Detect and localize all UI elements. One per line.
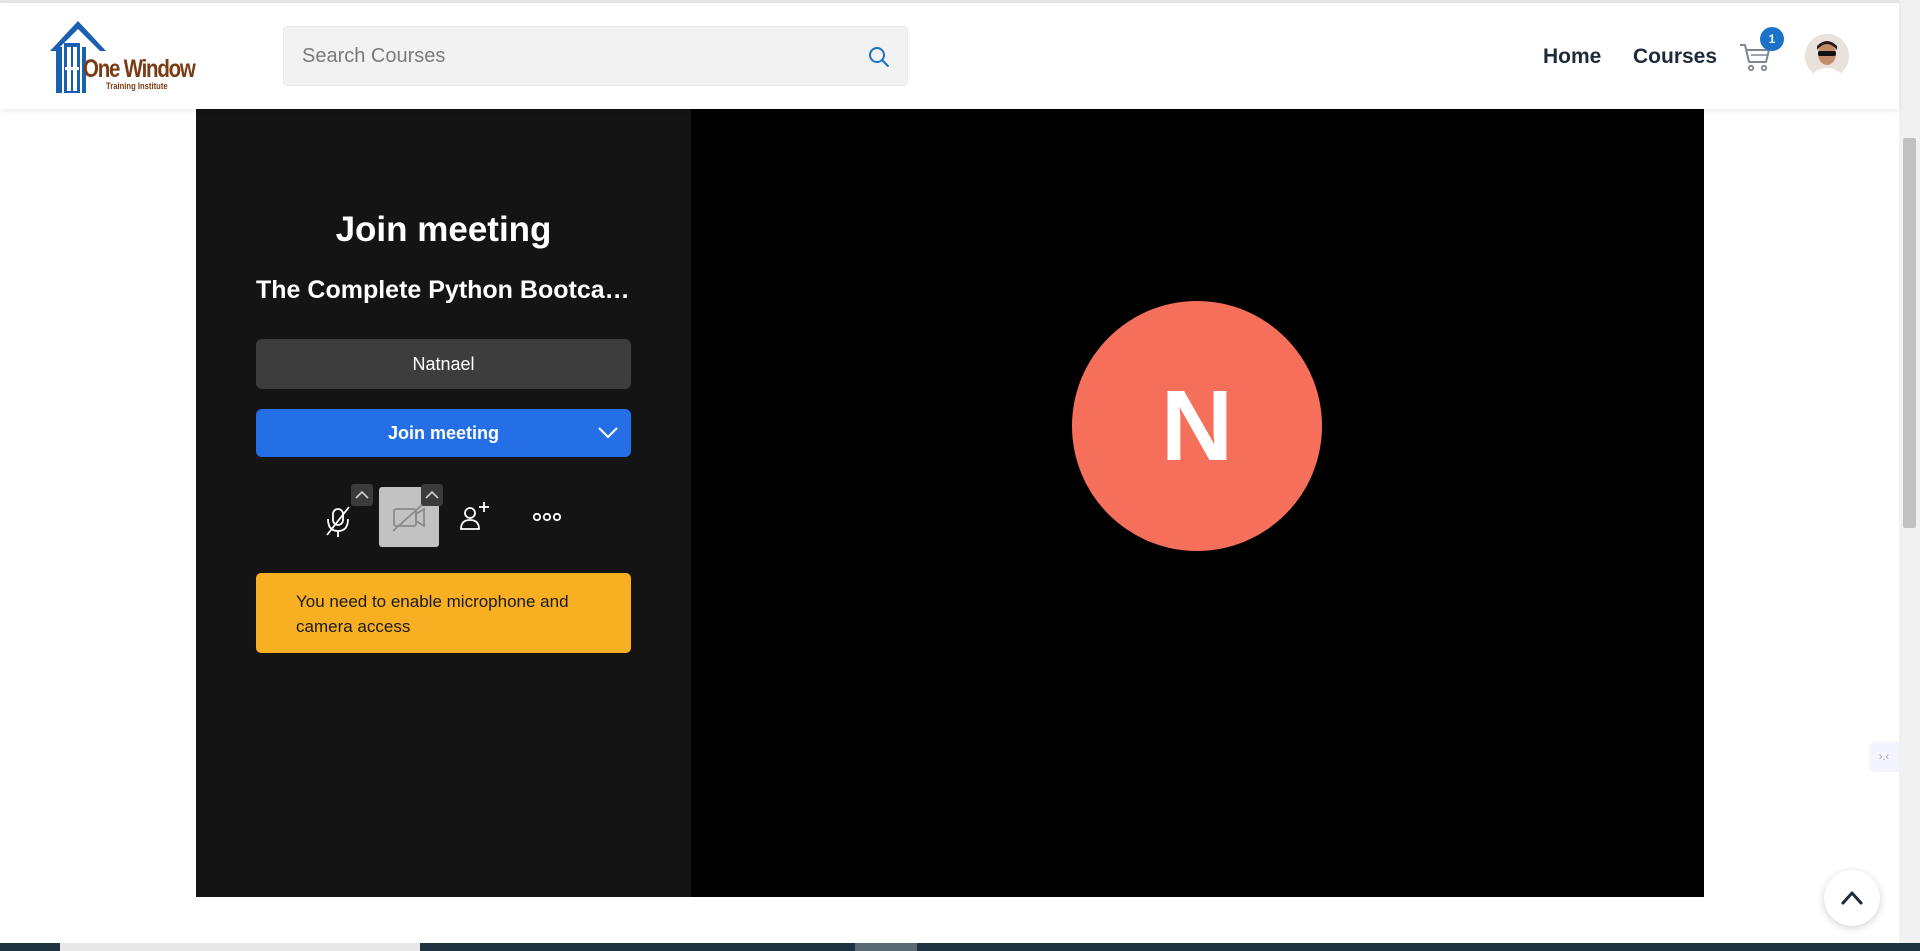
page-scrollbar[interactable]: [1899, 0, 1920, 943]
site-logo[interactable]: One Window Training Institute: [48, 17, 203, 97]
join-meeting-label: Join meeting: [387, 423, 499, 443]
chevron-up-icon: [355, 490, 369, 499]
join-meeting-button[interactable]: Join meeting: [256, 409, 631, 457]
microphone-options-button[interactable]: [351, 484, 373, 506]
prejoin-panel: Join meeting The Complete Python Bootcam…: [196, 109, 691, 897]
add-person-icon: [460, 502, 489, 530]
site-header: One Window Training Institute Home Cours…: [0, 3, 1899, 109]
search-icon[interactable]: [867, 45, 891, 69]
more-options-button[interactable]: [532, 505, 562, 529]
scrollbar-thumb[interactable]: [1903, 138, 1916, 528]
chevron-down-icon[interactable]: [597, 424, 619, 442]
permission-warning: You need to enable microphone and camera…: [256, 573, 631, 653]
user-avatar[interactable]: [1805, 34, 1849, 78]
participant-avatar: N: [1072, 301, 1322, 551]
logo-subtitle: Training Institute: [106, 81, 168, 91]
meeting-container: Join meeting The Complete Python Bootcam…: [196, 109, 1704, 897]
search-bar: [283, 26, 908, 86]
more-options-icon: [532, 512, 562, 522]
invite-people-button[interactable]: [458, 499, 492, 533]
prejoin-title: Join meeting: [335, 210, 552, 249]
bottom-taskbar-strip: [0, 943, 1920, 951]
chevron-up-icon: [1841, 891, 1863, 905]
scroll-to-top-button[interactable]: [1824, 870, 1880, 926]
chevron-up-icon: [425, 490, 439, 499]
taskbar-segment: [855, 943, 917, 951]
logo-name: One Window: [83, 55, 196, 83]
nav-courses-link[interactable]: Courses: [1633, 45, 1717, 69]
camera-options-button[interactable]: [421, 484, 443, 506]
nav-home-link[interactable]: Home: [1543, 45, 1601, 69]
side-widget-tab[interactable]: ›.‹: [1869, 742, 1899, 772]
display-name-field[interactable]: [256, 339, 631, 389]
user-avatar-icon: [1805, 34, 1849, 78]
meeting-subject: The Complete Python Bootcamp: [256, 276, 641, 304]
taskbar-segment: [60, 943, 420, 951]
search-input[interactable]: [284, 27, 844, 85]
cart-count-badge: 1: [1760, 27, 1784, 51]
